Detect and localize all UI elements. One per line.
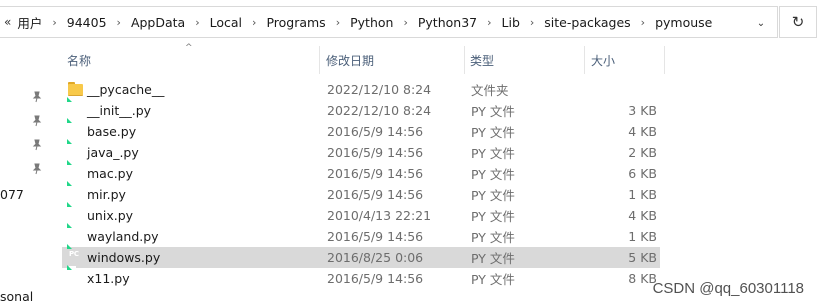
- file-size: 1 KB: [628, 229, 657, 244]
- file-date: 2016/5/9 14:56: [327, 187, 424, 202]
- file-type: PY 文件: [471, 230, 515, 245]
- file-type: PY 文件: [471, 209, 515, 224]
- file-name: __init__.py: [87, 103, 152, 118]
- file-date: 2016/5/9 14:56: [327, 145, 424, 160]
- list-item[interactable]: PC java_.py 2016/5/9 14:56 PY 文件 2 KB: [62, 139, 660, 163]
- breadcrumb-python37[interactable]: Python37: [416, 15, 479, 30]
- file-date: 2016/5/9 14:56: [327, 229, 424, 244]
- column-divider[interactable]: [319, 46, 320, 74]
- navigation-pane: 077 sonal: [0, 44, 62, 305]
- list-item[interactable]: PC x11.py 2016/5/9 14:56 PY 文件 8 KB: [62, 265, 660, 289]
- column-headers: ^ 名称 修改日期 类型 大小: [62, 43, 666, 76]
- file-date: 2022/12/10 8:24: [327, 82, 432, 97]
- breadcrumb-site-packages[interactable]: site-packages: [542, 15, 632, 30]
- breadcrumb-appdata[interactable]: AppData: [129, 15, 187, 30]
- file-type: 文件夹: [471, 83, 509, 98]
- file-name: mir.py: [87, 187, 126, 202]
- refresh-icon: ↻: [791, 13, 805, 31]
- file-size: 4 KB: [628, 208, 657, 223]
- file-name: __pycache__: [87, 82, 165, 97]
- breadcrumb-lib[interactable]: Lib: [500, 15, 522, 30]
- list-item[interactable]: PC mac.py 2016/5/9 14:56 PY 文件 6 KB: [62, 160, 660, 184]
- chevron-right-icon[interactable]: ›: [479, 16, 499, 29]
- list-item[interactable]: PC __init__.py 2022/12/10 8:24 PY 文件 3 K…: [62, 97, 660, 121]
- chevron-right-icon[interactable]: ›: [187, 16, 207, 29]
- breadcrumb-users[interactable]: 用户: [15, 13, 44, 32]
- file-size: 4 KB: [628, 124, 657, 139]
- file-name: x11.py: [87, 271, 130, 286]
- file-date: 2010/4/13 22:21: [327, 208, 432, 223]
- file-date: 2016/5/9 14:56: [327, 124, 424, 139]
- file-size: [592, 79, 657, 100]
- sort-ascending-icon: ^: [185, 43, 193, 53]
- pin-icon[interactable]: [30, 163, 44, 177]
- list-item[interactable]: PC unix.py 2010/4/13 22:21 PY 文件 4 KB: [62, 202, 660, 226]
- file-name: base.py: [87, 124, 137, 139]
- file-size: 1 KB: [628, 187, 657, 202]
- file-name: wayland.py: [87, 229, 159, 244]
- pin-icon[interactable]: [30, 139, 44, 153]
- list-item[interactable]: PC mir.py 2016/5/9 14:56 PY 文件 1 KB: [62, 181, 660, 205]
- file-type: PY 文件: [471, 104, 515, 119]
- column-divider[interactable]: [464, 46, 465, 74]
- chevron-right-icon[interactable]: ›: [522, 16, 542, 29]
- breadcrumb-python[interactable]: Python: [348, 15, 395, 30]
- chevron-right-icon[interactable]: ›: [633, 16, 653, 29]
- file-name: mac.py: [87, 166, 134, 181]
- list-item-selected[interactable]: PC windows.py 2016/8/25 0:06 PY 文件 5 KB: [62, 244, 660, 268]
- file-type: PY 文件: [471, 188, 515, 203]
- column-header-type[interactable]: 类型: [470, 44, 494, 76]
- column-header-name[interactable]: 名称: [67, 44, 91, 76]
- breadcrumb-user-folder[interactable]: 94405: [65, 15, 109, 30]
- file-size: 6 KB: [628, 166, 657, 181]
- file-size: 8 KB: [628, 271, 657, 286]
- column-divider[interactable]: [584, 46, 585, 74]
- chevron-right-icon[interactable]: ›: [328, 16, 348, 29]
- column-header-size[interactable]: 大小: [591, 44, 615, 76]
- nav-item-fragment[interactable]: sonal: [0, 289, 33, 304]
- refresh-button[interactable]: ↻: [779, 6, 817, 38]
- breadcrumb-local[interactable]: Local: [208, 15, 244, 30]
- list-item[interactable]: __pycache__ 2022/12/10 8:24 文件夹: [62, 79, 660, 100]
- column-header-date[interactable]: 修改日期: [326, 44, 374, 76]
- file-name: windows.py: [87, 250, 161, 265]
- column-divider[interactable]: [664, 46, 665, 74]
- breadcrumb-pymouse[interactable]: pymouse: [653, 15, 714, 30]
- chevron-right-icon[interactable]: ›: [244, 16, 264, 29]
- watermark: CSDN @qq_60301118: [652, 280, 804, 297]
- file-type: PY 文件: [471, 272, 515, 287]
- chevron-right-icon[interactable]: ›: [109, 16, 129, 29]
- breadcrumb: « 用户 › 94405 › AppData › Local › Program…: [4, 7, 714, 37]
- chevron-down-icon[interactable]: ⌄: [750, 13, 772, 33]
- file-size: 3 KB: [628, 103, 657, 118]
- file-date: 2016/5/9 14:56: [327, 166, 424, 181]
- breadcrumb-programs[interactable]: Programs: [264, 15, 327, 30]
- list-item[interactable]: PC base.py 2016/5/9 14:56 PY 文件 4 KB: [62, 118, 660, 142]
- file-name: java_.py: [87, 145, 139, 160]
- pin-icon[interactable]: [30, 115, 44, 129]
- file-size: 5 KB: [628, 250, 657, 265]
- file-type: PY 文件: [471, 251, 515, 266]
- file-type: PY 文件: [471, 167, 515, 182]
- file-name: unix.py: [87, 208, 134, 223]
- address-bar: « 用户 › 94405 › AppData › Local › Program…: [0, 0, 818, 44]
- chevron-right-icon[interactable]: ›: [395, 16, 415, 29]
- file-date: 2016/5/9 14:56: [327, 271, 424, 286]
- list-item[interactable]: PC wayland.py 2016/5/9 14:56 PY 文件 1 KB: [62, 223, 660, 247]
- chevron-right-icon[interactable]: ›: [44, 16, 64, 29]
- file-type: PY 文件: [471, 146, 515, 161]
- nav-item-fragment[interactable]: 077: [0, 187, 24, 202]
- file-date: 2016/8/25 0:06: [327, 250, 424, 265]
- file-date: 2022/12/10 8:24: [327, 103, 432, 118]
- breadcrumb-box[interactable]: « 用户 › 94405 › AppData › Local › Program…: [0, 6, 778, 38]
- file-size: 2 KB: [628, 145, 657, 160]
- breadcrumb-overflow-icon[interactable]: «: [4, 15, 15, 29]
- pin-icon[interactable]: [30, 91, 44, 105]
- file-type: PY 文件: [471, 125, 515, 140]
